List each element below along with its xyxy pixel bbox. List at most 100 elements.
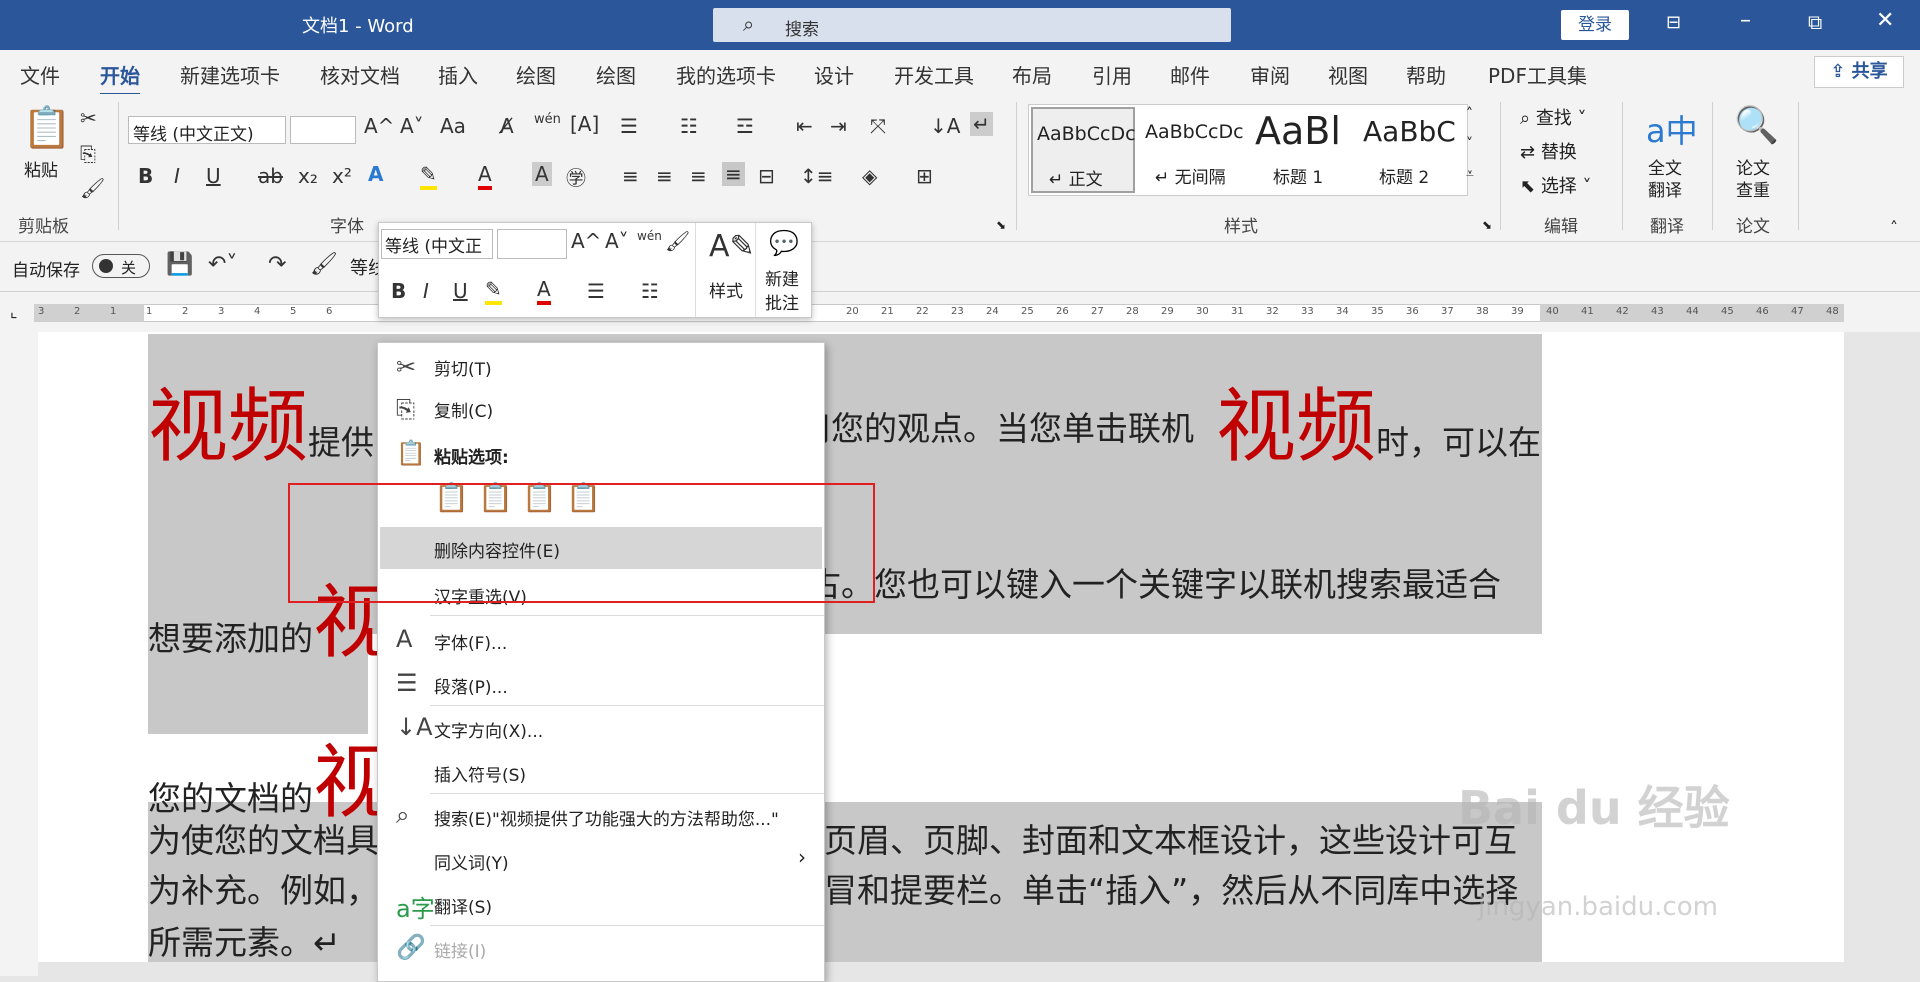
mini-bullets-icon[interactable]: ☰ — [587, 279, 605, 303]
new-comment-label1[interactable]: 新建 — [765, 265, 799, 290]
new-comment-icon[interactable]: 💬 — [769, 229, 799, 257]
chinese-layout-icon[interactable]: ⤧ — [870, 114, 886, 138]
menu-insert-symbol[interactable]: 插入符号(S) — [434, 761, 526, 786]
borders-icon[interactable]: ⊞ — [916, 164, 933, 188]
increase-indent-icon[interactable]: ⇥ — [830, 114, 847, 138]
format-painter-icon[interactable]: 🖌 — [80, 176, 105, 200]
tab-developer[interactable]: 开发工具 — [894, 60, 974, 89]
paste-label[interactable]: 粘贴 — [24, 156, 58, 181]
tab-references[interactable]: 引用 — [1092, 60, 1132, 89]
tab-help[interactable]: 帮助 — [1406, 60, 1446, 89]
login-button[interactable]: 登录 — [1561, 10, 1629, 40]
decrease-indent-icon[interactable]: ⇤ — [796, 114, 813, 138]
tab-insert[interactable]: 插入 — [438, 60, 478, 89]
tab-design[interactable]: 设计 — [814, 60, 854, 89]
align-center-icon[interactable]: ≡ — [656, 164, 673, 188]
menu-copy[interactable]: 复制(C) — [434, 397, 493, 422]
mini-underline-icon[interactable]: U — [453, 279, 468, 303]
tab-draw2[interactable]: 绘图 — [596, 60, 636, 89]
enclose-char-icon[interactable]: ㊫ — [566, 162, 586, 191]
phonetic-icon[interactable]: wén — [534, 112, 561, 127]
new-comment-label2[interactable]: 批注 — [765, 289, 799, 314]
subscript-icon[interactable]: x₂ — [298, 164, 318, 188]
menu-paragraph[interactable]: 段落(P)... — [434, 673, 508, 698]
shading-icon[interactable]: ◈ — [862, 164, 877, 188]
change-case-icon[interactable]: Aa — [440, 114, 466, 138]
undo-icon[interactable]: ↶˅ — [208, 252, 237, 277]
numbering-icon[interactable]: ☷ — [680, 114, 698, 138]
cut-icon[interactable]: ✂ — [80, 106, 97, 130]
styles-launcher-icon[interactable]: ⬊ — [1482, 218, 1492, 232]
menu-text-direction[interactable]: 文字方向(X)... — [434, 717, 543, 742]
font-color-icon[interactable]: A — [478, 162, 492, 190]
vertical-ruler[interactable] — [0, 332, 38, 976]
bold-icon[interactable]: B — [138, 164, 153, 188]
menu-link[interactable]: 链接(I) — [434, 937, 486, 962]
font-name-select[interactable]: 等线 (中文正文) — [128, 116, 286, 145]
tab-new[interactable]: 新建选项卡 — [180, 60, 280, 89]
style-heading2[interactable]: AaBbC 标题 2 — [1359, 107, 1463, 193]
style-heading1[interactable]: AaBl 标题 1 — [1251, 107, 1355, 193]
text-effects-icon[interactable]: A — [368, 162, 383, 186]
ribbon-display-icon[interactable]: ⊟ — [1666, 12, 1681, 33]
restore-icon[interactable]: ⧉ — [1808, 10, 1822, 34]
tab-stop-selector-icon[interactable]: ⌞ — [10, 302, 18, 321]
style-nospacing[interactable]: AaBbCcDc ↵ 无间隔 — [1141, 107, 1245, 193]
menu-search[interactable]: 搜索(E)"视频提供了功能强大的方法帮助您..." — [434, 805, 779, 830]
tab-review[interactable]: 审阅 — [1250, 60, 1290, 89]
mini-styles-icon[interactable]: A✎ — [709, 229, 755, 264]
translate-icon[interactable]: a中 — [1646, 106, 1698, 152]
styles-more-icon[interactable]: ⩡ — [1466, 166, 1474, 182]
search-box[interactable]: ⌕ 搜索 — [713, 8, 1231, 42]
share-button[interactable]: ⇪ 共享 — [1814, 56, 1904, 88]
document-page[interactable]: 视频提供 用您的观点。当您单击联机 视频时，可以在 想要添加的视 古。您也可以键… — [38, 332, 1844, 962]
tab-mytab[interactable]: 我的选项卡 — [676, 60, 776, 89]
tab-file[interactable]: 文件 — [20, 60, 60, 89]
mini-shrink-icon[interactable]: A˅ — [605, 229, 629, 253]
shrink-font-icon[interactable]: A˅ — [400, 114, 424, 138]
mini-numbering-icon[interactable]: ☷ — [641, 279, 659, 303]
font-size-select[interactable] — [290, 116, 356, 144]
char-shading-icon[interactable]: A — [532, 162, 552, 186]
mini-italic-icon[interactable]: I — [423, 279, 429, 303]
menu-synonyms[interactable]: 同义词(Y) — [434, 849, 509, 874]
distribute-icon[interactable]: ⊟ — [758, 164, 775, 188]
save-icon[interactable]: 💾 — [166, 252, 193, 277]
mini-painter-icon[interactable]: 🖌 — [665, 229, 690, 253]
mini-font-select[interactable]: 等线 (中文正 — [381, 229, 493, 259]
underline-icon[interactable]: U — [206, 164, 221, 188]
line-spacing-icon[interactable]: ↕≡ — [800, 164, 834, 188]
tab-proof[interactable]: 核对文档 — [320, 60, 400, 89]
char-border-icon[interactable]: [A] — [570, 112, 599, 136]
sort-icon[interactable]: ↓A — [930, 114, 960, 138]
highlight-icon[interactable]: ✎ — [420, 162, 437, 190]
multilevel-icon[interactable]: ☲ — [736, 114, 754, 138]
minimize-icon[interactable]: – — [1740, 8, 1751, 33]
paper-check-icon[interactable]: 🔍 — [1734, 104, 1779, 146]
redo-icon[interactable]: ↷ — [268, 252, 286, 277]
tab-layout[interactable]: 布局 — [1012, 60, 1052, 89]
mini-highlight-icon[interactable]: ✎ — [485, 277, 502, 305]
menu-font[interactable]: 字体(F)... — [434, 629, 507, 654]
styles-scroll-down-icon[interactable]: ˅ — [1466, 136, 1473, 152]
mini-phonetic-icon[interactable]: wén — [637, 229, 662, 243]
tab-pdf[interactable]: PDF工具集 — [1488, 60, 1587, 89]
translate-label2[interactable]: 翻译 — [1648, 176, 1682, 201]
styles-scroll-up-icon[interactable]: ˄ — [1466, 106, 1473, 122]
style-normal[interactable]: AaBbCcDc ↵ 正文 — [1031, 107, 1136, 193]
justify-icon[interactable]: ≡ — [722, 162, 745, 186]
select-button[interactable]: ⬉ 选择 ˅ — [1520, 172, 1592, 198]
align-right-icon[interactable]: ≡ — [690, 164, 707, 188]
autosave-toggle[interactable]: 关 — [92, 254, 150, 278]
close-icon[interactable]: ✕ — [1876, 8, 1894, 33]
mini-styles-label[interactable]: 样式 — [709, 277, 743, 302]
menu-cut[interactable]: 剪切(T) — [434, 355, 492, 380]
tab-mailings[interactable]: 邮件 — [1170, 60, 1210, 89]
paste-icon[interactable]: 📋 — [22, 104, 72, 151]
show-marks-icon[interactable]: ↵ — [970, 112, 993, 136]
mini-bold-icon[interactable]: B — [391, 279, 406, 303]
mini-grow-icon[interactable]: A^ — [571, 229, 601, 253]
bullets-icon[interactable]: ☰ — [620, 114, 638, 138]
paragraph-launcher-icon[interactable]: ⬊ — [996, 218, 1006, 232]
tab-view[interactable]: 视图 — [1328, 60, 1368, 89]
